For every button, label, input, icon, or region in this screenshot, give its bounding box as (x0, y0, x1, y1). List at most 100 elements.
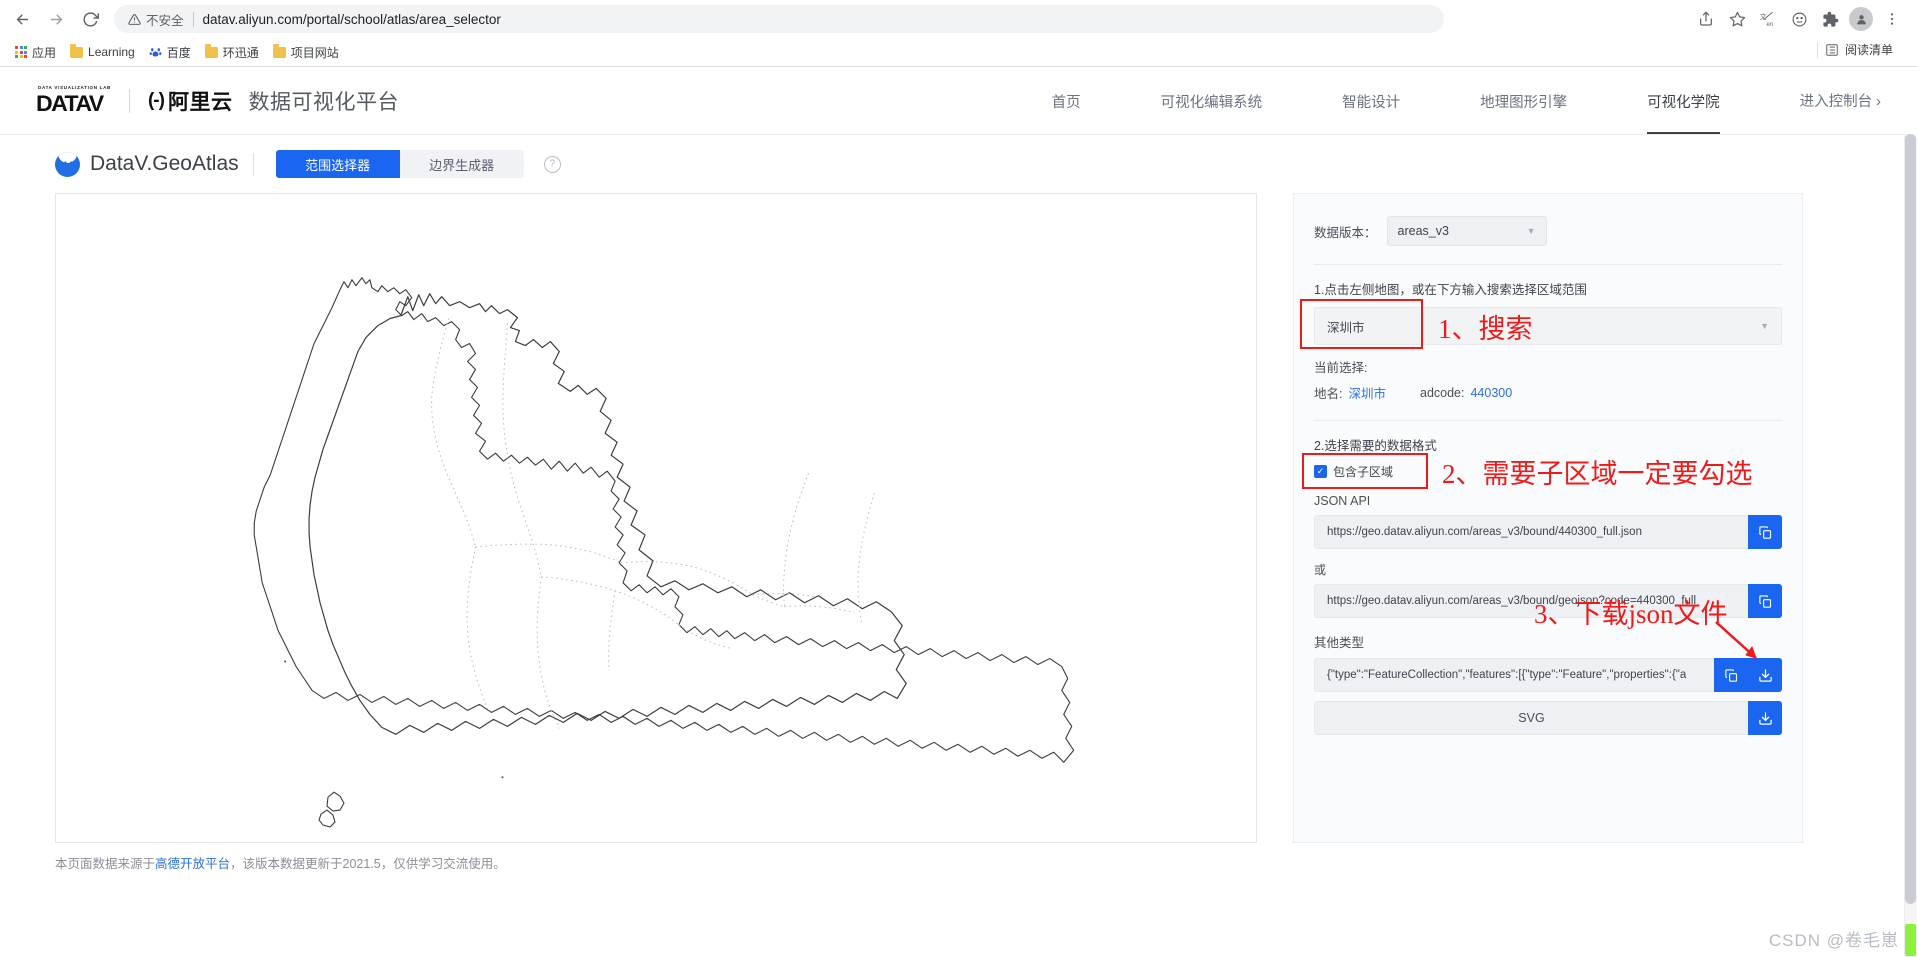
shenzhen-map-path (309, 294, 906, 735)
shenzhen-map-svg[interactable] (56, 194, 1256, 842)
datav-tagline: DATA VISUALIZATION LAB (38, 85, 111, 90)
geoatlas-divider (253, 153, 254, 176)
scrollbar-thumb[interactable] (1905, 134, 1916, 904)
copy-icon[interactable] (1748, 515, 1782, 549)
forward-arrow-icon[interactable] (40, 3, 72, 35)
footer-prefix: 本页面数据来源于 (55, 857, 155, 871)
warning-triangle-icon (128, 13, 141, 26)
annotation-text-3: 3、下载json文件 (1534, 592, 1728, 631)
divider (1817, 42, 1818, 58)
panel-divider-2 (1314, 420, 1782, 421)
map-dot-1 (284, 661, 286, 663)
adcode-value: 440300 (1470, 386, 1512, 400)
bookmark-baidu[interactable]: 百度 (142, 41, 198, 64)
data-version-value: areas_v3 (1398, 224, 1449, 238)
reading-list-button[interactable]: 阅读清单 (1825, 41, 1893, 58)
geoatlas-logo-icon: V (55, 152, 80, 177)
copy-icon[interactable] (1748, 584, 1782, 618)
current-selection-label: 当前选择: (1314, 357, 1782, 376)
share-icon[interactable] (1691, 4, 1721, 34)
security-status[interactable]: 不安全 (128, 10, 184, 29)
step1-label: 1.点击左侧地图，或在下方输入搜索选择区域范围 (1314, 279, 1782, 298)
navigation-buttons (6, 3, 106, 35)
smiley-icon[interactable] (1784, 4, 1814, 34)
download-icon[interactable] (1748, 701, 1782, 735)
area-search-input[interactable]: 深圳市 ▼ (1314, 307, 1782, 345)
chevron-down-icon: ▼ (1527, 226, 1536, 236)
scrollbar-marker (1905, 924, 1916, 956)
bookmark-label: 百度 (167, 44, 191, 61)
bookmark-project-site[interactable]: 项目网站 (266, 41, 346, 64)
area-search-value: 深圳市 (1327, 317, 1365, 336)
map-outline-main (254, 278, 1073, 763)
more-vertical-icon[interactable] (1877, 4, 1907, 34)
bookmark-label: Learning (88, 45, 135, 59)
svg-label: SVG (1314, 701, 1748, 735)
district-dotted-lines (432, 319, 875, 729)
tab-boundary-generator[interactable]: 边界生成器 (400, 150, 524, 178)
data-version-select[interactable]: areas_v3 ▼ (1387, 216, 1547, 246)
json-api-url-field[interactable]: https://geo.datav.aliyun.com/areas_v3/bo… (1314, 515, 1748, 549)
geoatlas-logo-letter: V (63, 159, 71, 173)
annotation-text-2: 2、需要子区域一定要勾选 (1442, 452, 1753, 491)
datav-wordmark: DATAV (36, 91, 103, 117)
nav-item-academy[interactable]: 可视化学院 (1647, 67, 1720, 134)
nav-item-home[interactable]: 首页 (1052, 67, 1081, 134)
site-header: DATA VISUALIZATION LAB DATAV (-) 阿里云 数据可… (0, 67, 1917, 135)
enter-console-link[interactable]: 进入控制台 › (1800, 90, 1881, 111)
chevron-down-icon[interactable]: ▼ (1760, 321, 1769, 331)
place-name-value: 深圳市 (1348, 383, 1386, 402)
brand-area[interactable]: DATA VISUALIZATION LAB DATAV (-) 阿里云 数据可… (36, 85, 399, 117)
reading-list-area: 阅读清单 (1817, 41, 1899, 58)
adcode-label: adcode: (1420, 386, 1464, 400)
search-row: 深圳市 ▼ 1、搜索 (1314, 307, 1782, 345)
geoatlas-body: 数据版本： areas_v3 ▼ 1.点击左侧地图，或在下方输入搜索选择区域范围… (0, 193, 1917, 843)
bookmarks-bar: 应用 Learning 百度 环迅通 项目网站 (0, 38, 1917, 66)
brand-divider (129, 89, 130, 113)
reload-icon[interactable] (74, 3, 106, 35)
folder-icon (70, 47, 83, 58)
profile-avatar-icon[interactable] (1846, 4, 1876, 34)
amap-link[interactable]: 高德开放平台 (155, 857, 230, 871)
data-version-label: 数据版本： (1314, 222, 1377, 241)
tab-area-selector[interactable]: 范围选择器 (276, 150, 400, 178)
current-selection-row: 地名: 深圳市 adcode: 440300 (1314, 383, 1782, 402)
svg-text:文: 文 (1760, 12, 1767, 21)
nav-item-smart-design[interactable]: 智能设计 (1342, 67, 1400, 134)
page-content: 阅读清单 DATA VISUALIZATION LAB DATAV (-) 阿里… (0, 67, 1917, 957)
annotation-text-1: 1、搜索 (1438, 307, 1533, 346)
omnibox[interactable]: 不安全 datav.aliyun.com/portal/school/atlas… (114, 5, 1444, 33)
map-dot-2 (501, 776, 503, 778)
bookmark-star-icon[interactable] (1722, 4, 1752, 34)
browser-toolbar: 不安全 datav.aliyun.com/portal/school/atlas… (0, 0, 1917, 38)
json-api-row: https://geo.datav.aliyun.com/areas_v3/bo… (1314, 515, 1782, 549)
other-types-value-field[interactable]: {"type":"FeatureCollection","features":[… (1314, 658, 1714, 692)
shenzhen-outer-boundary (278, 247, 1016, 747)
translate-icon[interactable]: 文en (1753, 4, 1783, 34)
reading-list-icon (1825, 43, 1839, 57)
island-2 (319, 810, 335, 827)
back-arrow-icon[interactable] (6, 3, 38, 35)
datav-logo[interactable]: DATA VISUALIZATION LAB DATAV (36, 85, 111, 117)
question-mark-icon[interactable]: ? (544, 156, 561, 173)
bookmark-learning[interactable]: Learning (63, 42, 142, 62)
extensions-puzzle-icon[interactable] (1815, 4, 1845, 34)
folder-icon (205, 47, 218, 58)
nav-item-visual-editor[interactable]: 可视化编辑系统 (1161, 67, 1263, 134)
map-canvas[interactable] (55, 193, 1257, 843)
bookmark-huanxuntong[interactable]: 环迅通 (198, 41, 266, 64)
bookmark-label: 环迅通 (223, 44, 259, 61)
page-scrollbar[interactable] (1904, 134, 1917, 957)
page-title: 数据可视化平台 (248, 86, 399, 116)
nav-item-geo-engine[interactable]: 地理图形引擎 (1480, 67, 1567, 134)
url-text[interactable]: datav.aliyun.com/portal/school/atlas/are… (203, 12, 501, 27)
island-1 (327, 792, 344, 811)
annotation-arrow-3 (1712, 618, 1772, 668)
bookmark-apps[interactable]: 应用 (8, 41, 63, 64)
geoatlas-title: DataV.GeoAtlas (90, 152, 239, 176)
aliyun-logo[interactable]: (-) 阿里云 (148, 86, 232, 116)
csdn-watermark: CSDN @卷毛崽 (1769, 926, 1899, 951)
include-sub-areas-checkbox[interactable]: ✓ (1314, 465, 1327, 478)
geoatlas-brand[interactable]: V DataV.GeoAtlas (55, 152, 239, 177)
browser-chrome: 不安全 datav.aliyun.com/portal/school/atlas… (0, 0, 1917, 67)
